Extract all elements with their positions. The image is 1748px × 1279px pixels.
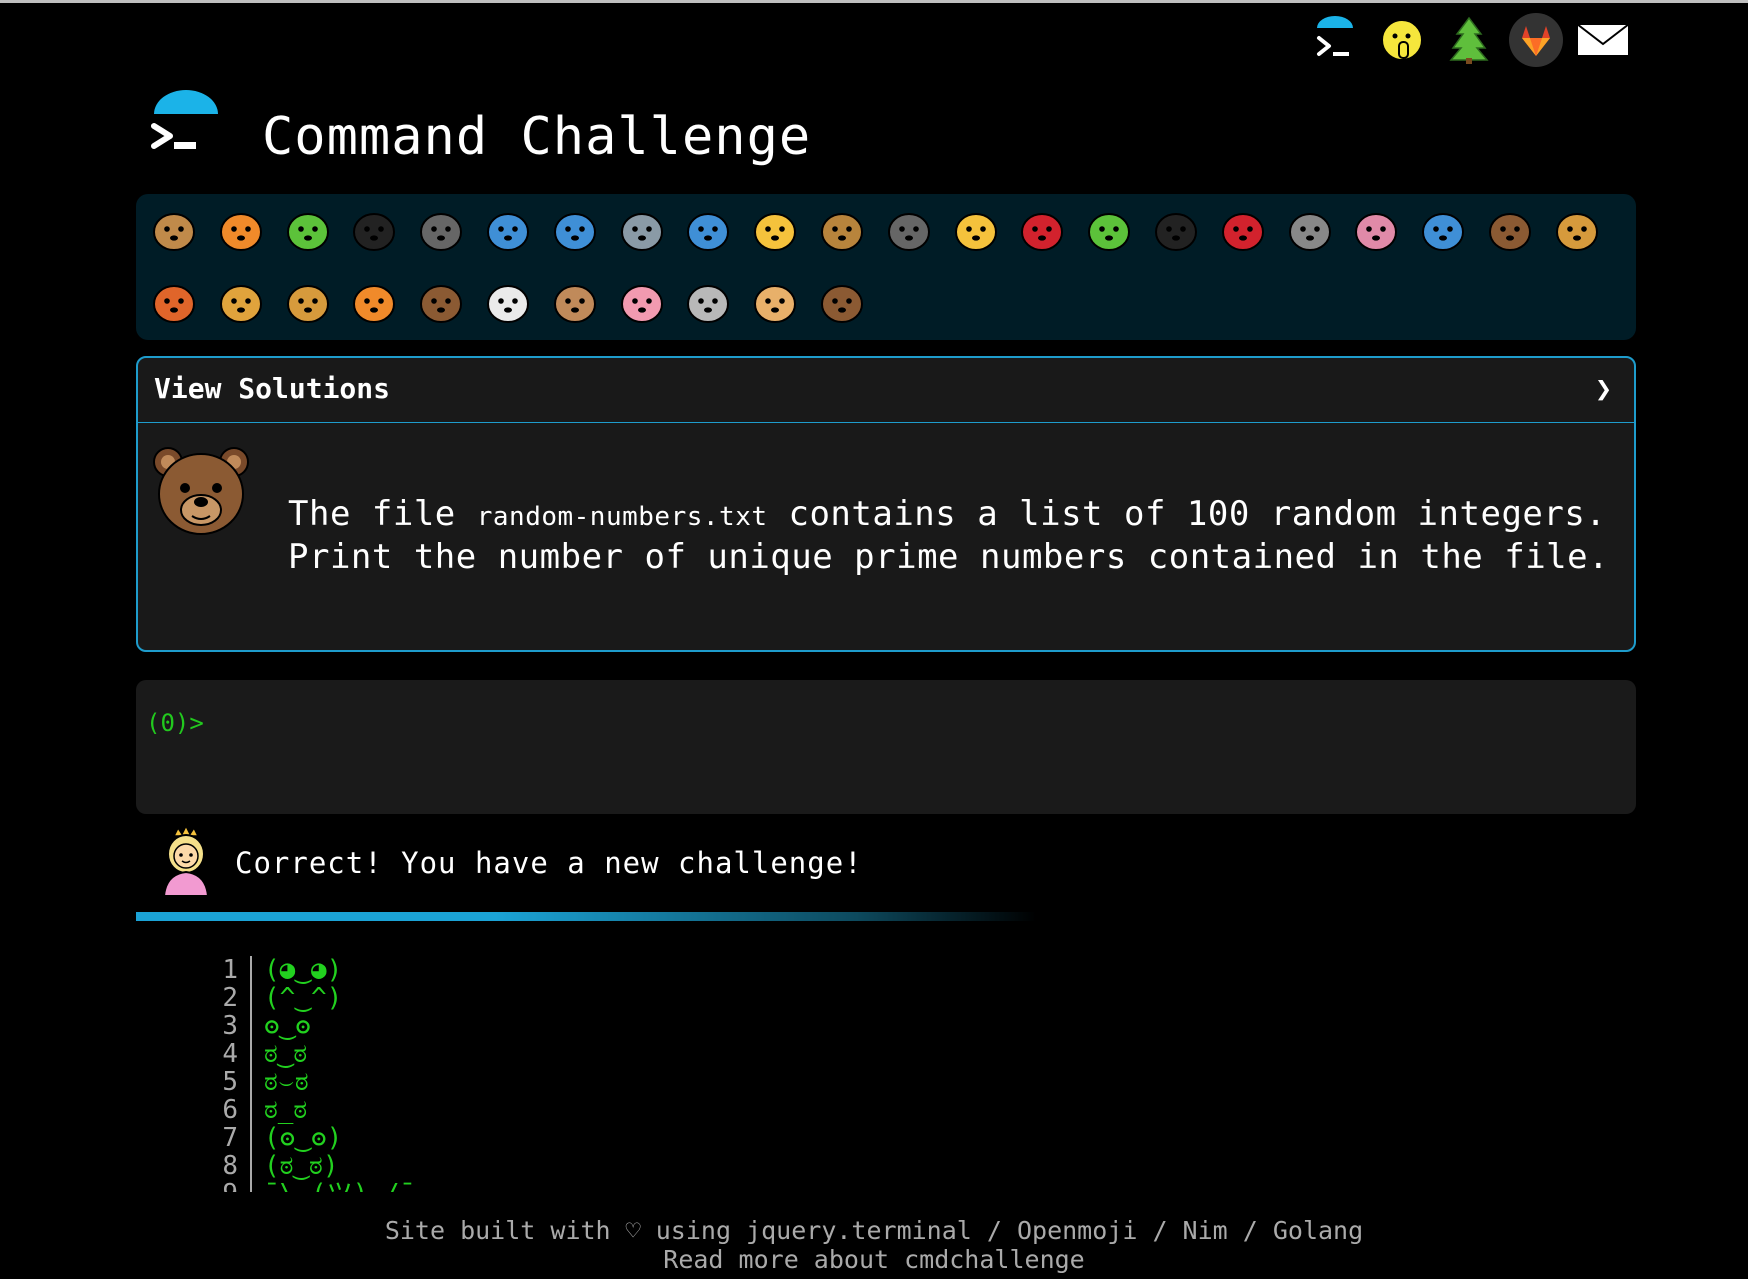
caterpillar-icon[interactable] bbox=[280, 202, 336, 258]
ascii-face: ಠ⌣ಠ bbox=[264, 1067, 309, 1097]
view-solutions-toggle[interactable]: View Solutions ❯ bbox=[138, 358, 1634, 423]
ascii-face: ಠ_ಠ bbox=[264, 1095, 308, 1125]
footer: Site built with ♡ using jquery.terminal … bbox=[0, 1216, 1748, 1274]
top-border bbox=[0, 0, 1748, 3]
ascii-art-output: 1 (◕‿◕) 2 (^‿^) 3 ʘ‿ʘ 4 ಠ‿ಠ 5 ಠ⌣ಠ 6 ಠ_ಠ 7 (ʘ‿ʘ) 8 (ಠ‿ಠ)… bbox=[210, 956, 810, 1192]
monkey-icon[interactable] bbox=[1482, 202, 1538, 258]
ant-icon[interactable] bbox=[346, 202, 402, 258]
mouse-icon[interactable] bbox=[680, 274, 736, 330]
shushing-face-icon[interactable] bbox=[1372, 10, 1432, 70]
cat-icon[interactable] bbox=[213, 274, 269, 330]
line-number: 9 bbox=[210, 1180, 238, 1192]
dolphin-2-icon[interactable] bbox=[614, 202, 670, 258]
line-number: 7 bbox=[222, 1123, 238, 1153]
ascii-face: (ʘ‿ʘ) bbox=[264, 1123, 343, 1153]
code-line: 7 (ʘ‿ʘ) bbox=[210, 1124, 810, 1152]
code-line: 3 ʘ‿ʘ bbox=[210, 1012, 810, 1040]
prompt-text: (0)> bbox=[146, 709, 204, 737]
fox-icon[interactable] bbox=[146, 274, 202, 330]
line-number: 4 bbox=[222, 1039, 238, 1069]
code-line: 6 ಠ_ಠ bbox=[210, 1096, 810, 1124]
bear-icon[interactable] bbox=[814, 274, 870, 330]
ascii-face: ʘ‿ʘ bbox=[264, 1011, 311, 1041]
cow-icon[interactable] bbox=[547, 274, 603, 330]
read-more-link[interactable]: Read more about cmdchallenge bbox=[0, 1245, 1748, 1274]
terminal-cursor bbox=[204, 711, 216, 737]
code-line: 5 ಠ⌣ಠ bbox=[210, 1068, 810, 1096]
line-number: 6 bbox=[222, 1095, 238, 1125]
line-number: 8 bbox=[222, 1151, 238, 1181]
tree-icon[interactable] bbox=[1439, 10, 1499, 70]
lion-icon[interactable] bbox=[280, 274, 336, 330]
site-logo-icon[interactable] bbox=[150, 88, 222, 164]
status-message: Correct! You have a new challenge! bbox=[235, 846, 863, 880]
bee-icon[interactable] bbox=[948, 202, 1004, 258]
whale-icon[interactable] bbox=[480, 202, 536, 258]
ascii-face: ¯\_(ツ)_/¯ bbox=[264, 1180, 415, 1192]
code-line: 9 ¯\_(ツ)_/¯ bbox=[210, 1180, 810, 1192]
line-number: 5 bbox=[222, 1067, 238, 1097]
code-line: 1 (◕‿◕) bbox=[210, 956, 810, 984]
blowfish-icon[interactable] bbox=[814, 202, 870, 258]
line-number: 1 bbox=[222, 956, 238, 985]
terminal-input[interactable]: (0)> bbox=[136, 680, 1636, 814]
challenge-text-part2: contains a list of 100 random integers. bbox=[767, 494, 1607, 534]
dolphin-icon[interactable] bbox=[547, 202, 603, 258]
challenge-text-line2: Print the number of unique prime numbers… bbox=[288, 537, 1610, 577]
code-line: 4 ಠ‿ಠ bbox=[210, 1040, 810, 1068]
chevron-right-icon: ❯ bbox=[1595, 372, 1612, 405]
ascii-face: (◕‿◕) bbox=[264, 956, 343, 985]
page-title: Command Challenge bbox=[262, 107, 812, 167]
ascii-face: (^‿^) bbox=[264, 983, 343, 1013]
challenge-description: The file random-numbers.txt contains a l… bbox=[288, 494, 1618, 577]
fish-icon[interactable] bbox=[680, 202, 736, 258]
top-nav bbox=[1305, 10, 1640, 70]
wolf-icon[interactable] bbox=[881, 202, 937, 258]
hamster-icon[interactable] bbox=[747, 274, 803, 330]
challenge-text-part1: The file bbox=[288, 494, 477, 534]
horse-icon[interactable] bbox=[413, 274, 469, 330]
pig-icon[interactable] bbox=[614, 274, 670, 330]
worm-icon[interactable] bbox=[1348, 202, 1404, 258]
terminal-prompt: (0)> bbox=[146, 708, 216, 738]
butterfly-icon[interactable] bbox=[213, 202, 269, 258]
challenge-animal-strip bbox=[136, 194, 1636, 340]
line-number: 2 bbox=[222, 983, 238, 1013]
footer-credits: Site built with ♡ using jquery.terminal … bbox=[384, 1216, 1364, 1245]
dog-icon[interactable] bbox=[1549, 202, 1605, 258]
tropical-fish-icon[interactable] bbox=[747, 202, 803, 258]
challenge-panel: View Solutions ❯ The file random-numbers… bbox=[136, 356, 1636, 652]
ascii-face: ಠ‿ಠ bbox=[264, 1039, 308, 1069]
terminal-logo-icon[interactable] bbox=[1305, 10, 1365, 70]
line-number: 3 bbox=[222, 1011, 238, 1041]
spider-icon[interactable] bbox=[1148, 202, 1204, 258]
ladybug-icon[interactable] bbox=[1014, 202, 1070, 258]
progress-bar bbox=[136, 912, 1036, 921]
princess-icon bbox=[156, 824, 216, 898]
ascii-face: (ಠ‿ಠ) bbox=[264, 1151, 339, 1181]
spider-web-icon[interactable] bbox=[413, 202, 469, 258]
microbe-icon[interactable] bbox=[1415, 202, 1471, 258]
code-line: 2 (^‿^) bbox=[210, 984, 810, 1012]
mail-icon[interactable] bbox=[1573, 10, 1633, 70]
challenge-file-name: random-numbers.txt bbox=[476, 502, 768, 532]
bear-icon bbox=[150, 440, 252, 542]
view-solutions-label: View Solutions bbox=[154, 372, 391, 405]
code-line: 8 (ಠ‿ಠ) bbox=[210, 1152, 810, 1180]
gitlab-icon[interactable] bbox=[1506, 10, 1566, 70]
cricket-icon[interactable] bbox=[1081, 202, 1137, 258]
fly-icon[interactable] bbox=[1282, 202, 1338, 258]
snail-icon[interactable] bbox=[146, 202, 202, 258]
tiger-icon[interactable] bbox=[346, 274, 402, 330]
unicorn-icon[interactable] bbox=[480, 274, 536, 330]
scorpion-icon[interactable] bbox=[1215, 202, 1271, 258]
